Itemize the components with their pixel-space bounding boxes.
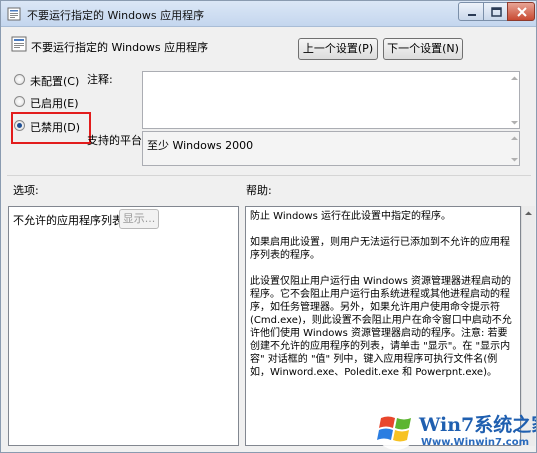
radio-button[interactable] (14, 96, 25, 107)
radio-label: 未配置(C) (30, 75, 80, 88)
previous-setting-button[interactable]: 上一个设置(P) (298, 38, 378, 60)
scroll-down-icon[interactable] (510, 118, 519, 127)
radio-label: 已启用(E) (30, 97, 79, 110)
comment-textbox[interactable] (142, 71, 520, 129)
policy-icon (7, 7, 21, 21)
title-bar[interactable]: 不要运行指定的 Windows 应用程序 (1, 1, 536, 27)
next-setting-button[interactable]: 下一个设置(N) (383, 38, 463, 60)
options-section-label: 选项: (13, 184, 39, 197)
platform-label: 支持的平台: (87, 134, 146, 147)
windows-logo-icon (375, 408, 417, 450)
highlight-annotation (11, 112, 91, 144)
show-button[interactable]: 显示... (119, 209, 159, 229)
section-divider (7, 175, 531, 176)
options-panel (8, 206, 239, 446)
window-title: 不要运行指定的 Windows 应用程序 (27, 9, 205, 22)
scroll-down-icon[interactable] (510, 155, 519, 164)
radio-button[interactable] (14, 74, 25, 85)
close-button[interactable] (507, 2, 535, 21)
minimize-button[interactable] (458, 2, 484, 21)
watermark-brand: Win7系统之家 (419, 414, 536, 436)
maximize-button[interactable] (483, 2, 508, 21)
platform-textbox: 至少 Windows 2000 (142, 131, 520, 166)
platform-value: 至少 Windows 2000 (147, 139, 254, 152)
disallowed-apps-label: 不允许的应用程序列表 (13, 214, 123, 227)
maximize-icon (491, 7, 502, 17)
close-icon (517, 7, 527, 17)
policy-title: 不要运行指定的 Windows 应用程序 (31, 41, 209, 54)
help-section-label: 帮助: (246, 184, 272, 197)
help-paragraph: 此设置仅阻止用户运行由 Windows 资源管理器进程启动的程序。它不会阻止用户… (250, 276, 512, 378)
help-paragraph: 如果启用此设置，则用户无法运行已添加到不允许的应用程序列表的程序。 (250, 237, 510, 261)
scroll-up-icon[interactable] (510, 134, 519, 143)
help-paragraph: 防止 Windows 运行在此设置中指定的程序。 (250, 211, 451, 222)
policy-icon (11, 36, 27, 52)
policy-dialog-window: 不要运行指定的 Windows 应用程序 不要运行指定的 Windows 应用程… (0, 0, 537, 453)
minimize-icon (468, 14, 476, 16)
scroll-up-icon[interactable] (510, 74, 519, 83)
site-watermark: Win7系统之家 Www.Winwin7.com (371, 406, 536, 452)
watermark-url: Www.Winwin7.com (421, 437, 530, 448)
comment-label: 注释: (87, 73, 113, 86)
help-text: 防止 Windows 运行在此设置中指定的程序。 如果启用此设置，则用户无法运行… (250, 210, 514, 392)
scroll-up-icon[interactable] (524, 209, 533, 218)
